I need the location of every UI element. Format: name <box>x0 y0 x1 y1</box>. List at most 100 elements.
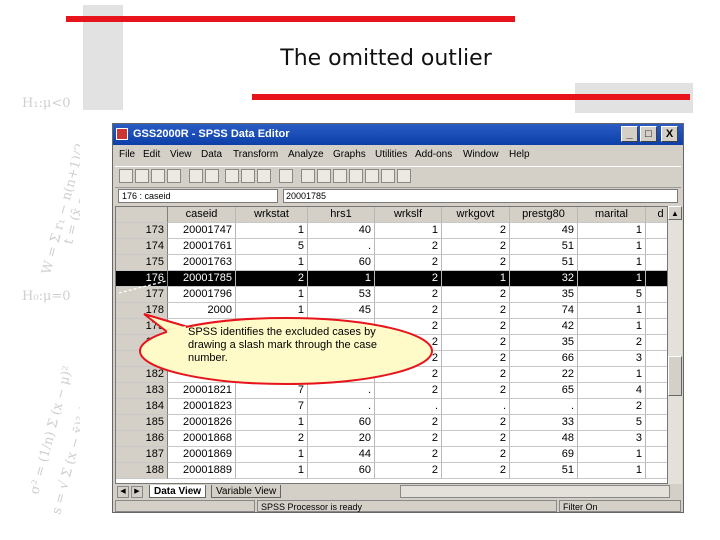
table-cell[interactable]: 2 <box>442 223 510 239</box>
table-cell[interactable]: 20001761 <box>168 239 236 255</box>
table-cell[interactable]: 53 <box>308 287 375 303</box>
table-cell[interactable]: 2 <box>375 415 442 431</box>
table-cell[interactable]: 42 <box>510 319 578 335</box>
table-cell[interactable]: 20001889 <box>168 463 236 479</box>
table-cell[interactable]: 74 <box>510 303 578 319</box>
dialog-recall-icon[interactable] <box>167 169 181 183</box>
column-header[interactable]: prestg80 <box>510 207 578 223</box>
use-sets-icon[interactable] <box>397 169 411 183</box>
table-cell[interactable]: . <box>375 399 442 415</box>
table-cell[interactable]: 1 <box>578 367 646 383</box>
save-icon[interactable] <box>135 169 149 183</box>
redo-icon[interactable] <box>205 169 219 183</box>
table-cell[interactable]: 5 <box>236 239 308 255</box>
table-cell[interactable]: 2 <box>236 271 308 287</box>
table-cell[interactable]: 3 <box>578 351 646 367</box>
minimize-button[interactable]: _ <box>621 126 638 142</box>
table-cell[interactable]: 44 <box>308 447 375 463</box>
case-number[interactable]: 185 <box>116 415 168 431</box>
open-icon[interactable] <box>119 169 133 183</box>
table-cell[interactable] <box>646 303 667 319</box>
table-cell[interactable]: 2 <box>375 255 442 271</box>
table-cell[interactable]: 1 <box>578 255 646 271</box>
table-cell[interactable]: 51 <box>510 255 578 271</box>
table-cell[interactable]: 2 <box>375 463 442 479</box>
insert-variable-icon[interactable] <box>317 169 331 183</box>
case-number[interactable]: 176 <box>116 271 168 287</box>
table-cell[interactable]: 69 <box>510 447 578 463</box>
table-cell[interactable]: 22 <box>510 367 578 383</box>
maximize-button[interactable]: □ <box>640 126 657 142</box>
vertical-scrollbar[interactable]: ▲ <box>668 206 682 484</box>
case-number[interactable]: 184 <box>116 399 168 415</box>
menu-view[interactable]: View <box>170 149 192 160</box>
table-cell[interactable]: . <box>308 399 375 415</box>
table-cell[interactable]: 1 <box>308 271 375 287</box>
table-cell[interactable]: 1 <box>236 287 308 303</box>
table-cell[interactable]: 65 <box>510 383 578 399</box>
table-cell[interactable]: . <box>442 399 510 415</box>
tab-prev-arrow-icon[interactable]: ◀ <box>117 486 129 498</box>
column-header[interactable]: caseid <box>168 207 236 223</box>
table-cell[interactable]: 2 <box>442 287 510 303</box>
menu-data[interactable]: Data <box>201 149 222 160</box>
table-cell[interactable] <box>646 319 667 335</box>
table-cell[interactable]: 20001823 <box>168 399 236 415</box>
table-cell[interactable]: 1 <box>236 415 308 431</box>
table-cell[interactable]: 2 <box>442 239 510 255</box>
table-cell[interactable] <box>646 431 667 447</box>
column-header[interactable]: marital <box>578 207 646 223</box>
table-cell[interactable]: 1 <box>578 463 646 479</box>
table-cell[interactable]: 2 <box>442 319 510 335</box>
table-cell[interactable]: 2 <box>442 367 510 383</box>
table-row[interactable]: 186 20001868 2 20 2 2 48 3 <box>116 431 667 447</box>
table-cell[interactable] <box>646 367 667 383</box>
table-row[interactable]: 174 20001761 5. 2 2 51 1 <box>116 239 667 255</box>
table-cell[interactable] <box>646 351 667 367</box>
table-cell[interactable]: 1 <box>578 223 646 239</box>
menu-edit[interactable]: Edit <box>143 149 160 160</box>
tab-next-arrow-icon[interactable]: ▶ <box>131 486 143 498</box>
column-header[interactable]: wrkstat <box>236 207 308 223</box>
column-header[interactable]: wrkgovt <box>442 207 510 223</box>
table-cell[interactable]: 2 <box>442 303 510 319</box>
table-cell[interactable]: 20001747 <box>168 223 236 239</box>
case-number[interactable]: 186 <box>116 431 168 447</box>
table-cell[interactable]: 5 <box>578 415 646 431</box>
table-row[interactable]: 176 20001785 2 1 2 1 32 1 <box>116 271 667 287</box>
tab-data-view[interactable]: Data View <box>149 485 207 498</box>
case-number[interactable]: 174 <box>116 239 168 255</box>
table-cell[interactable]: 4 <box>578 383 646 399</box>
table-cell[interactable]: 20001826 <box>168 415 236 431</box>
table-cell[interactable] <box>646 383 667 399</box>
table-cell[interactable]: 51 <box>510 463 578 479</box>
menu-analyze[interactable]: Analyze <box>288 149 324 160</box>
table-cell[interactable]: 51 <box>510 239 578 255</box>
table-cell[interactable]: 1 <box>375 223 442 239</box>
menu-utilities[interactable]: Utilities <box>375 149 407 160</box>
table-cell[interactable]: 1 <box>236 463 308 479</box>
table-cell[interactable]: 35 <box>510 287 578 303</box>
table-cell[interactable]: 2 <box>375 271 442 287</box>
table-cell[interactable]: 20001763 <box>168 255 236 271</box>
table-cell[interactable] <box>646 287 667 303</box>
column-header[interactable]: wrkslf <box>375 207 442 223</box>
table-row[interactable]: 187 20001869 1 44 2 2 69 1 <box>116 447 667 463</box>
table-cell[interactable]: 20001869 <box>168 447 236 463</box>
goto-case-icon[interactable] <box>241 169 255 183</box>
menu-help[interactable]: Help <box>509 149 530 160</box>
table-cell[interactable] <box>646 223 667 239</box>
case-number[interactable]: 188 <box>116 463 168 479</box>
scroll-thumb[interactable] <box>668 356 682 396</box>
table-cell[interactable]: 1 <box>236 255 308 271</box>
tab-variable-view[interactable]: Variable View <box>211 485 282 498</box>
table-cell[interactable]: 48 <box>510 431 578 447</box>
table-cell[interactable]: 20001785 <box>168 271 236 287</box>
table-row[interactable]: 184 20001823 7.... 2 <box>116 399 667 415</box>
table-cell[interactable]: 1 <box>578 271 646 287</box>
table-cell[interactable] <box>646 399 667 415</box>
select-cases-icon[interactable] <box>365 169 379 183</box>
table-cell[interactable] <box>646 415 667 431</box>
horizontal-scrollbar[interactable] <box>400 485 670 498</box>
table-cell[interactable]: 2 <box>375 287 442 303</box>
